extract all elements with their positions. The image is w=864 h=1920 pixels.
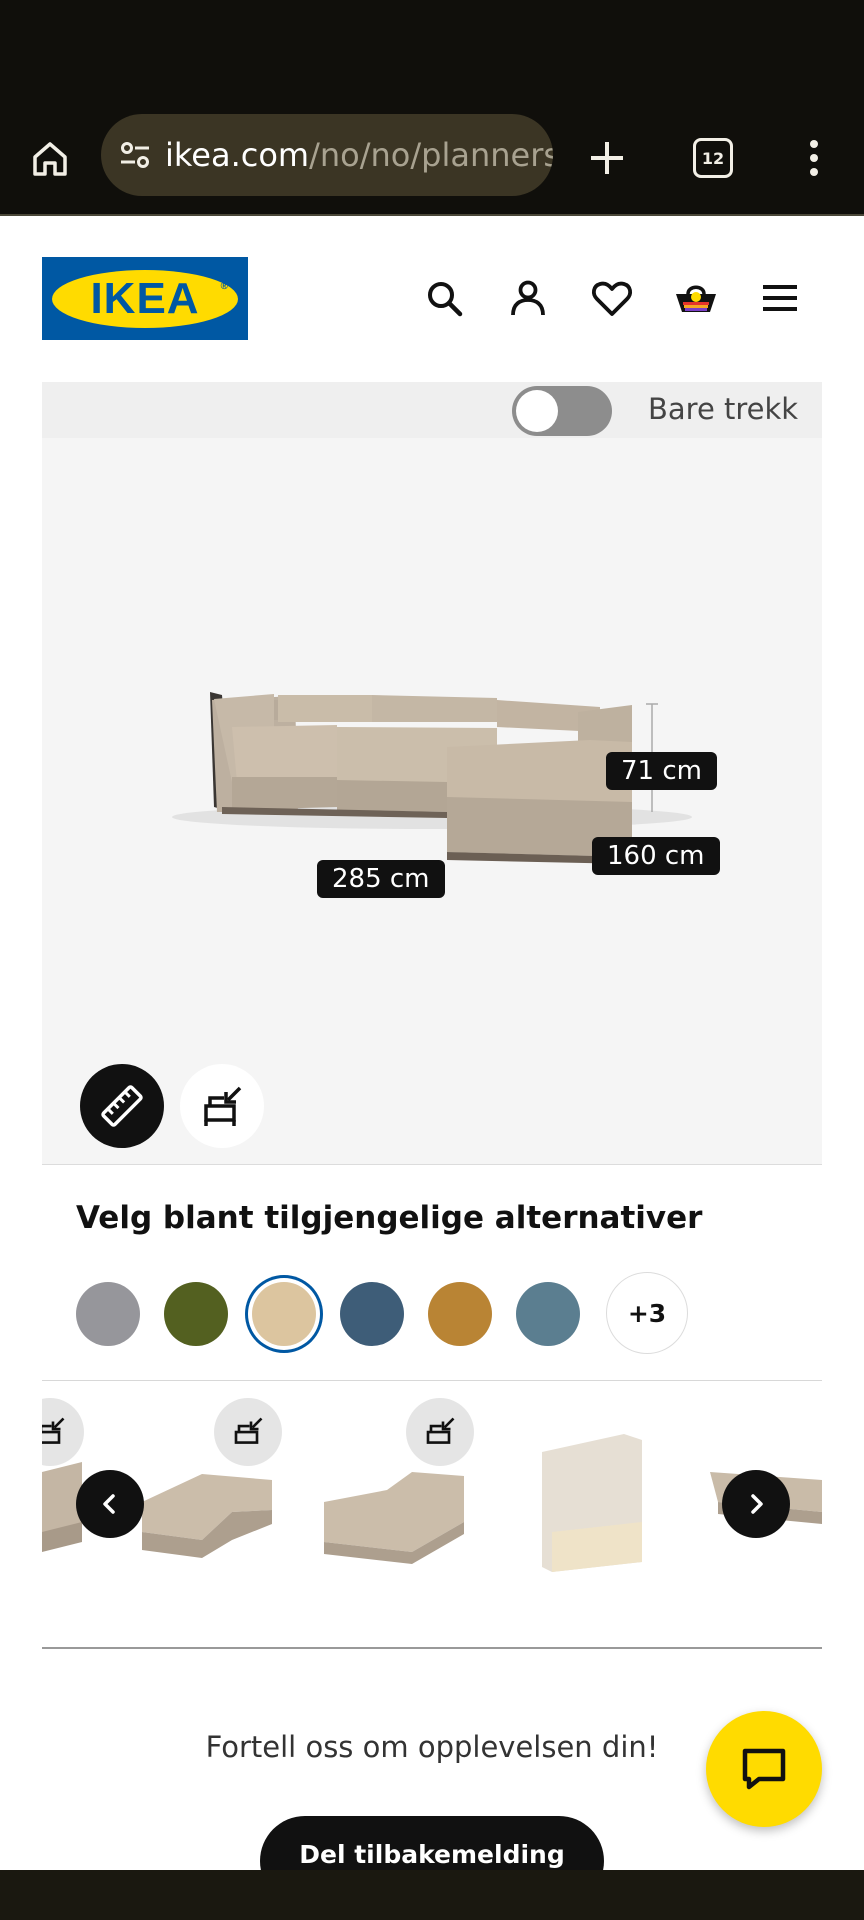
site-settings-icon[interactable] bbox=[117, 137, 153, 173]
sofa-arrow-icon bbox=[198, 1082, 246, 1130]
sofa-arrow-icon bbox=[42, 1417, 65, 1444]
measure-button[interactable] bbox=[80, 1064, 164, 1148]
carousel-next-button[interactable] bbox=[722, 1470, 790, 1538]
view-in-room-button[interactable] bbox=[180, 1064, 264, 1148]
logo-text: IKEA bbox=[90, 273, 200, 323]
product-3d-viewer[interactable]: Bare trekk 71 cm 160 cm 285 cm bbox=[42, 382, 822, 1165]
url-path: /no/no/planners bbox=[309, 136, 553, 174]
cart-icon[interactable] bbox=[672, 274, 720, 322]
feedback-divider bbox=[42, 1647, 822, 1649]
width-dimension-label: 285 cm bbox=[317, 860, 445, 898]
swatch-olive-green[interactable] bbox=[164, 1282, 228, 1346]
swatch-beige[interactable] bbox=[252, 1282, 316, 1346]
module-badge-3 bbox=[406, 1398, 474, 1466]
url-text: ikea.com/no/no/planners bbox=[165, 136, 553, 174]
options-divider bbox=[42, 1380, 822, 1381]
hamburger-menu-icon[interactable] bbox=[756, 274, 804, 322]
height-dimension-label: 71 cm bbox=[606, 752, 717, 790]
chat-button[interactable] bbox=[706, 1711, 822, 1827]
new-tab-icon[interactable] bbox=[577, 128, 637, 188]
more-menu-icon[interactable] bbox=[784, 128, 844, 188]
options-title: Velg blant tilgjengelige alternativer bbox=[76, 1200, 703, 1236]
home-icon[interactable] bbox=[20, 128, 80, 188]
chat-bubble-icon bbox=[742, 1748, 786, 1790]
sofa-arrow-icon bbox=[426, 1417, 455, 1444]
ikea-logo[interactable]: IKEA ® bbox=[42, 257, 248, 340]
search-icon[interactable] bbox=[420, 274, 468, 322]
depth-dimension-label: 160 cm bbox=[592, 837, 720, 875]
heart-icon[interactable] bbox=[588, 274, 636, 322]
module-badge-2 bbox=[214, 1398, 282, 1466]
system-navigation-bar bbox=[0, 1870, 864, 1920]
registered-mark: ® bbox=[220, 281, 228, 292]
more-colors-button[interactable]: +3 bbox=[606, 1272, 688, 1354]
swatch-ochre[interactable] bbox=[428, 1282, 492, 1346]
tab-count: 12 bbox=[693, 138, 733, 178]
url-host: ikea.com bbox=[165, 136, 310, 174]
carousel-prev-button[interactable] bbox=[76, 1470, 144, 1538]
ruler-icon bbox=[98, 1082, 146, 1130]
status-bar bbox=[0, 0, 864, 104]
swatch-grey[interactable] bbox=[76, 1282, 140, 1346]
chevron-left-icon bbox=[103, 1494, 115, 1514]
browser-toolbar: ikea.com/no/no/planners 12 bbox=[0, 104, 864, 216]
profile-icon[interactable] bbox=[504, 274, 552, 322]
tab-switcher-button[interactable]: 12 bbox=[683, 128, 743, 188]
module-carousel[interactable] bbox=[42, 1382, 822, 1592]
swatch-dark-blue[interactable] bbox=[340, 1282, 404, 1346]
swatch-steel-blue[interactable] bbox=[516, 1282, 580, 1346]
address-bar[interactable]: ikea.com/no/no/planners bbox=[101, 114, 553, 196]
sofa-arrow-icon bbox=[234, 1417, 263, 1444]
chevron-right-icon bbox=[751, 1494, 763, 1514]
logo-oval: IKEA bbox=[52, 269, 238, 328]
